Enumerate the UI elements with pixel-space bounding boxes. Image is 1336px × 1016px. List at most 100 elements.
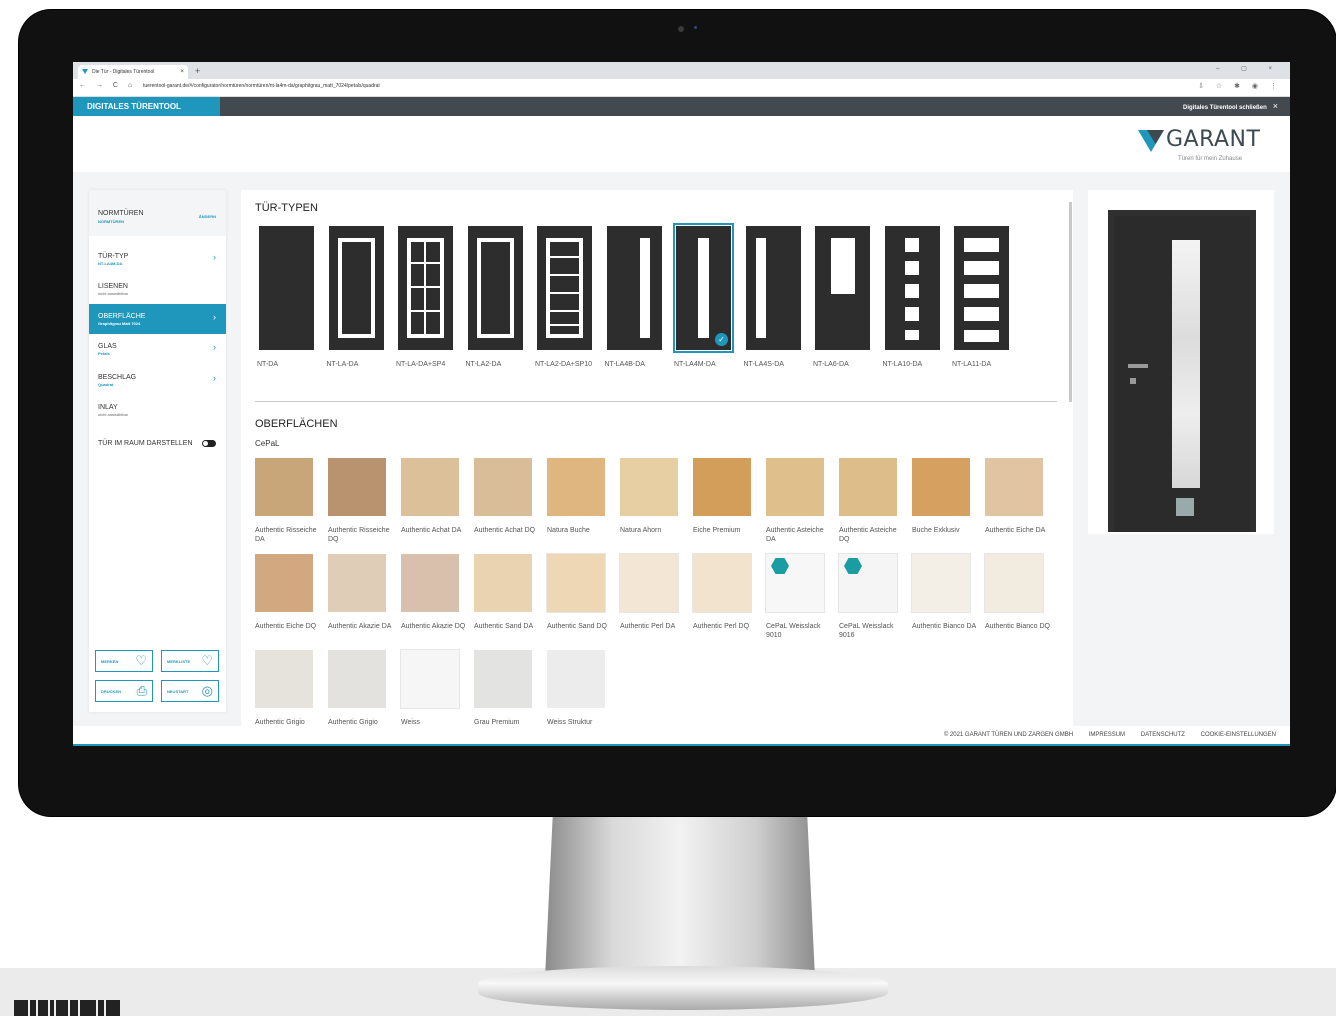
- sidebar-step-inlay[interactable]: INLAY nicht auswählbar: [89, 395, 226, 425]
- surface-swatch[interactable]: [474, 650, 532, 708]
- door-type-thumbnail[interactable]: [328, 226, 384, 350]
- sidebar-step-beschlag[interactable]: BESCHLAG Quadrat ›: [89, 365, 226, 395]
- glass-pane: [964, 284, 999, 298]
- url-field[interactable]: tuerentool-garant.de/#/configurator/norm…: [143, 83, 380, 89]
- wishlist-button[interactable]: MERKLISTE ♡: [161, 650, 219, 672]
- surface-swatch[interactable]: [328, 650, 386, 708]
- door-inlay-square: [1176, 498, 1194, 516]
- window-controls[interactable]: – ▢ ×: [1216, 65, 1282, 72]
- category-subtitle: NORMTÜREN: [98, 219, 124, 224]
- door-type-thumbnail[interactable]: [606, 226, 662, 350]
- close-tab-icon[interactable]: ×: [180, 65, 184, 79]
- surface-swatch[interactable]: [693, 458, 751, 516]
- door-glass-insert: [1172, 240, 1200, 488]
- surface-swatch[interactable]: [547, 458, 605, 516]
- browser-tab-bar: Die Tür - Digitales Türentool × + – ▢ ×: [73, 62, 1290, 79]
- footer-link-impressum[interactable]: IMPRESSUM: [1089, 732, 1125, 738]
- door-type-thumbnail[interactable]: [954, 226, 1009, 350]
- close-tool-button[interactable]: Digitales Türentool schließen ×: [1183, 97, 1278, 118]
- wishlist-label: MERKLISTE: [167, 659, 191, 664]
- browser-nav-icons[interactable]: ← → C ⌂: [79, 82, 136, 89]
- surface-swatch[interactable]: [547, 650, 605, 708]
- step-label: LISENEN: [98, 283, 128, 290]
- door-preview: [1088, 190, 1274, 534]
- chevron-right-icon: ›: [213, 373, 216, 383]
- toggle-switch-icon[interactable]: [202, 440, 216, 447]
- footer-links: © 2021 GARANT TÜREN UND ZARGEN GMBH IMPR…: [930, 732, 1276, 738]
- footer-link-datenschutz[interactable]: DATENSCHUTZ: [1141, 732, 1185, 738]
- restart-button[interactable]: NEUSTART ◎: [161, 680, 219, 702]
- surface-swatch[interactable]: [255, 458, 313, 516]
- surface-swatch[interactable]: [474, 458, 532, 516]
- save-label: MERKEN: [101, 659, 119, 664]
- door-type-thumbnail[interactable]: [815, 226, 870, 350]
- door-type-thumbnail[interactable]: [467, 226, 523, 350]
- surface-swatch[interactable]: [619, 553, 679, 613]
- selection-scrollbar[interactable]: [1069, 202, 1072, 402]
- step-label: OBERFLÄCHE: [98, 313, 146, 320]
- surface-swatch[interactable]: [839, 458, 897, 516]
- surface-swatch[interactable]: [692, 553, 752, 613]
- sidebar-step-lisenen[interactable]: LISENEN nicht auswählbar: [89, 274, 226, 304]
- sidebar-step-glas[interactable]: GLAS Petals ›: [89, 334, 226, 364]
- surface-swatch[interactable]: [255, 650, 313, 708]
- config-sidebar: NORMTÜREN NORMTÜREN ÄNDERN TÜR-TYP NT-LA4…: [89, 190, 226, 712]
- door-type-label: NT-LA4M-DA: [674, 361, 716, 368]
- door-type-thumbnail[interactable]: [259, 226, 314, 350]
- door-handle-icon: [1128, 364, 1148, 368]
- surface-swatch[interactable]: [546, 553, 606, 613]
- surface-swatch[interactable]: [912, 458, 970, 516]
- room-view-toggle[interactable]: TÜR IM RAUM DARSTELLEN: [98, 438, 226, 450]
- footer-copyright: © 2021 GARANT TÜREN UND ZARGEN GMBH: [943, 732, 1074, 738]
- save-button[interactable]: MERKEN ♡: [95, 650, 153, 672]
- surface-swatch[interactable]: [765, 553, 825, 613]
- monitor-screen: Die Tür - Digitales Türentool × + – ▢ × …: [73, 62, 1290, 746]
- webcam-led: [694, 26, 697, 29]
- door-type-thumbnail[interactable]: [745, 226, 801, 350]
- browser-address-bar: ← → C ⌂ tuerentool-garant.de/#/configura…: [73, 79, 1290, 97]
- surface-swatch[interactable]: [838, 553, 898, 613]
- check-icon: ✓: [715, 333, 728, 346]
- door-type-thumbnail[interactable]: [537, 226, 592, 350]
- close-icon: ×: [1272, 101, 1278, 111]
- category-header: NORMTÜREN NORMTÜREN ÄNDERN: [89, 190, 226, 236]
- print-button[interactable]: DRUCKEN ⎙: [95, 680, 153, 702]
- cepal-badge-icon: [771, 558, 789, 574]
- browser-extension-icons[interactable]: ⇩ ☆ ✱ ◉ ⋮: [1198, 82, 1282, 90]
- surface-swatch[interactable]: [766, 458, 824, 516]
- surface-swatch[interactable]: [400, 649, 460, 709]
- door-type-thumbnail[interactable]: ✓: [673, 223, 734, 353]
- selection-panel: TÜR-TYPEN NT-DA NT-LA-DA NT-LA-DA+SP4 NT-LA…: [241, 190, 1073, 726]
- surface-swatch[interactable]: [474, 554, 532, 612]
- sidebar-step-tuer-typ[interactable]: TÜR-TYP NT-LA4M-DA ›: [89, 244, 226, 274]
- change-category-link[interactable]: ÄNDERN: [199, 214, 216, 219]
- printer-icon: ⎙: [136, 683, 147, 698]
- garant-logo[interactable]: GARANT Türen für mein Zuhause: [1138, 127, 1264, 168]
- surface-label: Authentic Eiche DA: [985, 527, 1046, 534]
- door-type-label: NT-LA4B-DA: [604, 361, 645, 368]
- door-frame: [1108, 210, 1256, 532]
- surface-swatch[interactable]: [620, 458, 678, 516]
- surface-label: Natura Buche: [547, 527, 590, 534]
- new-tab-button[interactable]: +: [195, 65, 200, 77]
- surface-label: Authentic Bianco DA: [912, 623, 977, 630]
- surface-swatch[interactable]: [401, 458, 459, 516]
- glass-bar: [546, 256, 583, 258]
- surface-label: Weiss: [401, 719, 420, 726]
- door-type-thumbnail[interactable]: [884, 226, 940, 350]
- glass-bar: [546, 324, 583, 326]
- surface-swatch[interactable]: [328, 554, 386, 612]
- door-type-label: NT-LA10-DA: [882, 361, 923, 368]
- surface-swatch[interactable]: [911, 553, 971, 613]
- surface-swatch[interactable]: [985, 458, 1043, 516]
- door-type-thumbnail[interactable]: [398, 226, 453, 350]
- surface-swatch[interactable]: [328, 458, 386, 516]
- surface-swatch[interactable]: [984, 553, 1044, 613]
- surface-swatch[interactable]: [401, 554, 459, 612]
- browser-tab[interactable]: Die Tür - Digitales Türentool ×: [78, 65, 188, 79]
- surface-swatch[interactable]: [255, 554, 313, 612]
- surface-label: Natura Ahorn: [620, 527, 662, 534]
- sidebar-step-oberflaeche[interactable]: OBERFLÄCHE Graphitgrau Matt 7024 ›: [89, 304, 226, 334]
- qr-code: [14, 1000, 138, 1016]
- footer-link-cookies[interactable]: COOKIE-EINSTELLUNGEN: [1201, 732, 1276, 738]
